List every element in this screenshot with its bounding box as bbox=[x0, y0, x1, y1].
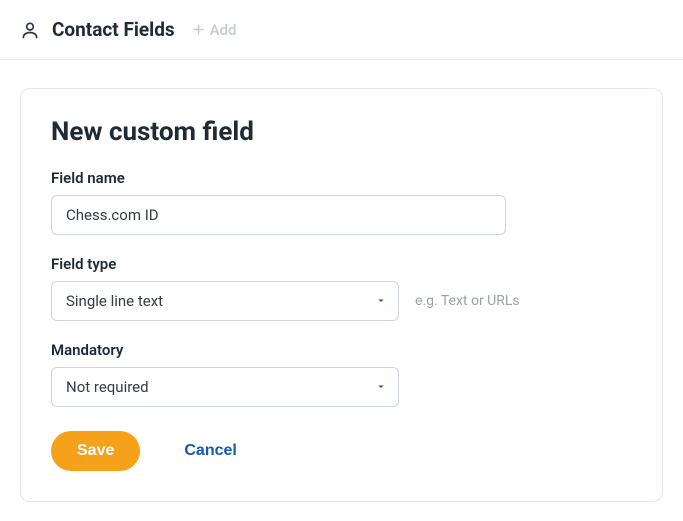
mandatory-label: Mandatory bbox=[51, 341, 632, 359]
form-actions: Save Cancel bbox=[51, 431, 632, 471]
add-button[interactable]: Add bbox=[191, 21, 237, 39]
card-title: New custom field bbox=[51, 117, 632, 147]
mandatory-select[interactable]: Not required bbox=[51, 367, 399, 407]
new-field-card: New custom field Field name Field type S… bbox=[20, 88, 663, 502]
person-icon bbox=[20, 20, 40, 40]
field-type-select[interactable]: Single line text bbox=[51, 281, 399, 321]
plus-icon bbox=[191, 22, 206, 37]
field-type-group: Field type Single line text e.g. Text or… bbox=[51, 255, 632, 321]
add-label: Add bbox=[210, 21, 237, 39]
save-button[interactable]: Save bbox=[51, 431, 140, 471]
page-title: Contact Fields bbox=[52, 18, 175, 41]
mandatory-group: Mandatory Not required bbox=[51, 341, 632, 407]
field-name-label: Field name bbox=[51, 169, 632, 187]
page-header: Contact Fields Add bbox=[0, 0, 683, 60]
field-type-label: Field type bbox=[51, 255, 632, 273]
field-name-group: Field name bbox=[51, 169, 632, 235]
cancel-button[interactable]: Cancel bbox=[184, 442, 236, 460]
field-type-hint: e.g. Text or URLs bbox=[415, 293, 520, 309]
field-name-input[interactable] bbox=[51, 195, 506, 235]
